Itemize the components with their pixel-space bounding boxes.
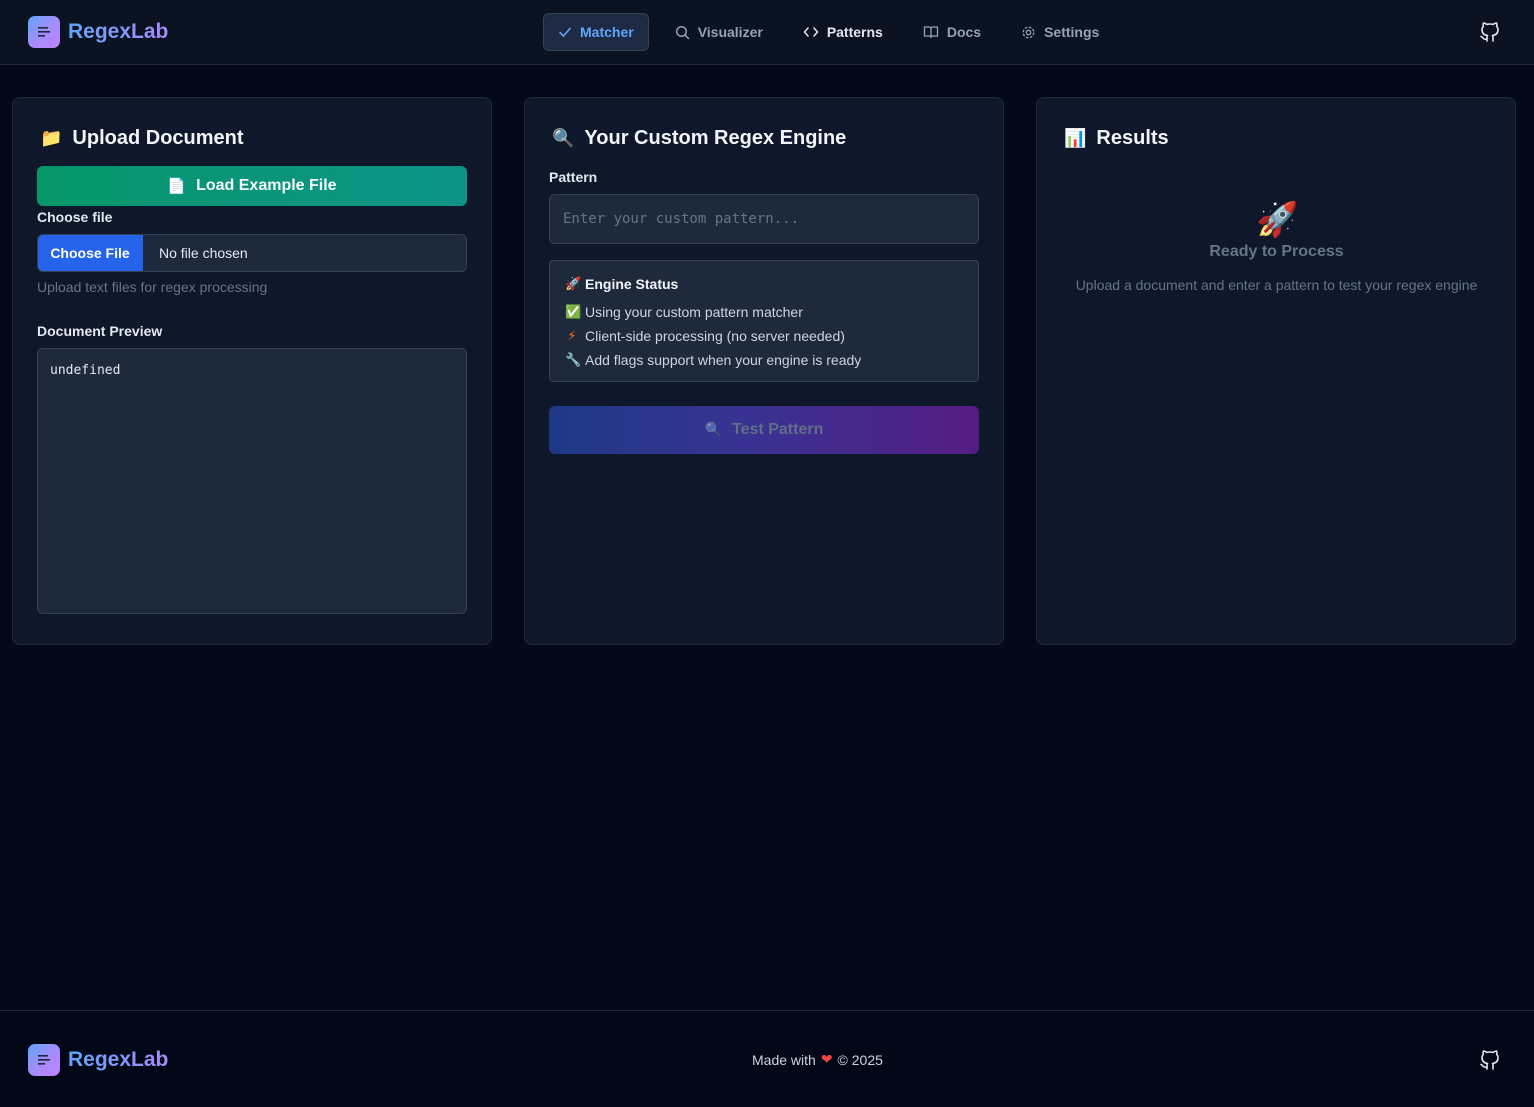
test-pattern-label: Test Pattern (732, 421, 824, 438)
document-icon: 📄 (167, 177, 187, 195)
heart-icon: ❤ (820, 1052, 833, 1068)
choose-file-button[interactable]: Choose File (38, 235, 143, 271)
footer: RegexLab Made with ❤ © 2025 (0, 1010, 1534, 1107)
load-example-label: Load Example File (196, 177, 337, 194)
folder-icon: 📁 (40, 127, 63, 149)
status-line-text: Add flags support when your engine is re… (585, 352, 862, 368)
file-status: No file chosen (159, 245, 248, 261)
made-with-text: Made with (752, 1052, 816, 1068)
logo-icon (28, 1044, 60, 1076)
wrench-icon: 🔧 (565, 352, 582, 368)
engine-title-text: Your Custom Regex Engine (584, 126, 847, 149)
book-icon (923, 26, 938, 39)
status-line: ✅ Using your custom pattern matcher (565, 304, 803, 320)
results-title-text: Results (1096, 126, 1169, 149)
engine-title: 🔍 Your Custom Regex Engine (552, 127, 846, 149)
lightning-icon: ⚡ (567, 328, 577, 344)
top-navbar: RegexLab Matcher Visualizer Patterns Doc… (0, 0, 1534, 65)
nav-settings-label: Settings (1044, 24, 1100, 40)
choose-file-label: Choose file (37, 209, 113, 225)
github-icon[interactable] (1478, 20, 1502, 44)
engine-status-title-text: Engine Status (585, 276, 679, 292)
status-line-text: Client-side processing (no server needed… (585, 328, 845, 344)
file-input[interactable]: Choose File No file chosen (37, 234, 467, 272)
rocket-icon: 🚀 (1256, 200, 1299, 240)
test-pattern-button[interactable]: 🔍 Test Pattern (549, 406, 979, 454)
logo-icon (28, 16, 60, 48)
pattern-label: Pattern (549, 169, 598, 185)
document-preview[interactable]: undefined (37, 348, 467, 614)
github-icon[interactable] (1478, 1048, 1502, 1072)
nav-patterns[interactable]: Patterns (789, 13, 897, 51)
main-nav: Matcher Visualizer Patterns Docs Setting… (543, 13, 1125, 51)
ready-subtitle: Upload a document and enter a pattern to… (1075, 277, 1478, 293)
preview-label: Document Preview (37, 323, 163, 339)
code-icon (803, 27, 819, 37)
results-title: 📊 Results (1064, 127, 1169, 149)
magnifier-icon: 🔍 (552, 127, 575, 149)
upload-hint: Upload text files for regex processing (37, 279, 268, 295)
nav-visualizer-label: Visualizer (697, 24, 763, 40)
nav-docs[interactable]: Docs (909, 13, 995, 51)
rocket-icon: 🚀 (565, 276, 582, 292)
pattern-input[interactable] (549, 194, 979, 244)
status-line-text: Using your custom pattern matcher (585, 304, 803, 320)
status-line: ⚡ Client-side processing (no server need… (565, 328, 845, 344)
nav-settings[interactable]: Settings (1007, 13, 1113, 51)
copyright-text: © 2025 (837, 1052, 883, 1068)
load-example-button[interactable]: 📄 Load Example File (37, 166, 467, 206)
brand-link[interactable]: RegexLab (28, 16, 168, 48)
ready-title: Ready to Process (1209, 243, 1344, 260)
search-icon (675, 25, 689, 39)
nav-visualizer[interactable]: Visualizer (661, 13, 777, 51)
footer-brand[interactable]: RegexLab (28, 1044, 168, 1076)
magnifier-icon: 🔍 (704, 422, 723, 438)
footer-brand-name: RegexLab (68, 1048, 169, 1071)
status-line: 🔧 Add flags support when your engine is … (565, 352, 861, 368)
gear-icon (1022, 26, 1035, 38)
upload-title-text: Upload Document (72, 126, 244, 149)
engine-status-box: 🚀 Engine Status ✅ Using your custom patt… (549, 260, 979, 382)
footer-credit: Made with ❤ © 2025 (752, 1052, 883, 1068)
nav-docs-label: Docs (946, 24, 982, 40)
bar-chart-icon: 📊 (1064, 127, 1087, 149)
results-card (1036, 97, 1516, 645)
upload-title: 📁 Upload Document (40, 127, 244, 149)
check-icon (559, 27, 571, 37)
engine-status-title: 🚀 Engine Status (565, 276, 678, 292)
nav-patterns-label: Patterns (826, 24, 883, 40)
nav-matcher-label: Matcher (580, 24, 634, 40)
checkmark-icon: ✅ (565, 304, 582, 320)
nav-matcher[interactable]: Matcher (543, 13, 649, 51)
brand-name: RegexLab (68, 20, 169, 43)
